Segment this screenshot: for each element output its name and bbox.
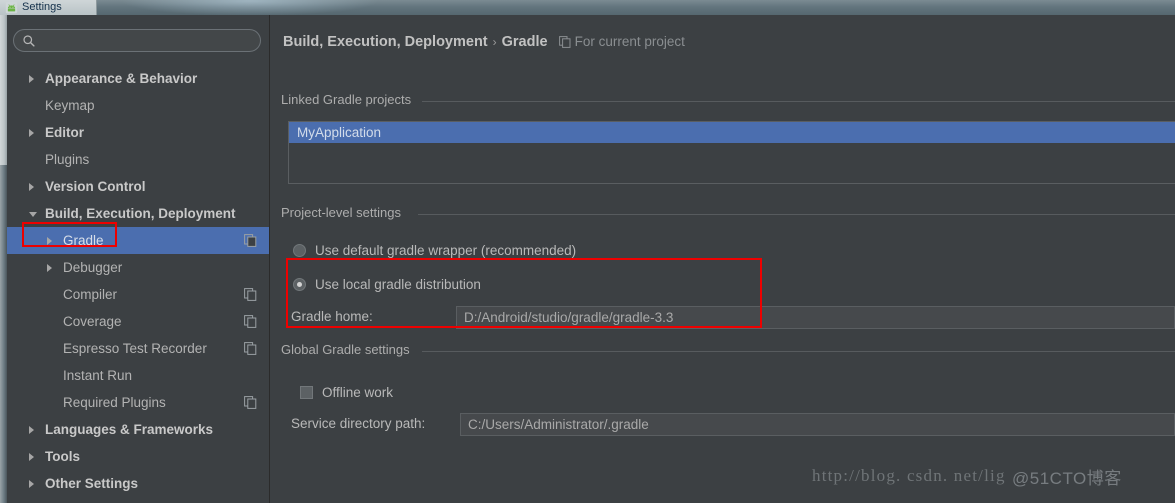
search-icon bbox=[23, 35, 35, 47]
section-divider bbox=[418, 214, 1175, 215]
sidebar-item-label: Other Settings bbox=[45, 476, 139, 491]
chevron-right-icon[interactable] bbox=[47, 237, 52, 245]
breadcrumb-crumb-2[interactable]: Gradle bbox=[502, 34, 548, 50]
sidebar-item-label: Editor bbox=[45, 125, 84, 140]
breadcrumb-crumb-1[interactable]: Build, Execution, Deployment bbox=[283, 34, 488, 50]
gradle-home-input[interactable]: D:/Android/studio/gradle/gradle-3.3 bbox=[456, 306, 1175, 329]
titlebar-glow bbox=[120, 0, 380, 15]
breadcrumb: Build, Execution, Deployment › Gradle For … bbox=[283, 32, 685, 52]
chevron-right-icon[interactable] bbox=[29, 75, 34, 83]
radio-icon[interactable] bbox=[293, 278, 306, 291]
watermark-url: http://blog. csdn. net/lig bbox=[812, 466, 1006, 485]
section-label: Global Gradle settings bbox=[281, 342, 417, 357]
watermark-overlay: @51CTO博客 bbox=[1012, 469, 1122, 488]
breadcrumb-scope: For current project bbox=[574, 34, 685, 49]
sidebar-item-label: Instant Run bbox=[63, 368, 133, 383]
sidebar-item-gradle[interactable]: Gradle bbox=[7, 227, 269, 254]
gradle-home-label: Gradle home: bbox=[291, 309, 373, 324]
service-directory-input[interactable]: C:/Users/Administrator/.gradle bbox=[460, 413, 1175, 436]
section-linked-gradle-projects: Linked Gradle projects bbox=[281, 92, 1175, 108]
sidebar-item-build-execution-deployment[interactable]: Build, Execution, Deployment bbox=[7, 200, 269, 227]
list-item[interactable]: MyApplication bbox=[289, 122, 1175, 143]
copy-icon bbox=[558, 36, 571, 48]
settings-dialog: Settings Appearance & Behavior Keymap Edit… bbox=[0, 0, 1175, 503]
sidebar-item-compiler[interactable]: Compiler bbox=[7, 281, 269, 308]
copy-icon[interactable] bbox=[244, 315, 257, 328]
radio-label: Use default gradle wrapper (recommended) bbox=[315, 243, 577, 258]
sidebar-item-label: Tools bbox=[45, 449, 80, 464]
service-directory-label: Service directory path: bbox=[291, 416, 426, 431]
sidebar-item-espresso-test-recorder[interactable]: Espresso Test Recorder bbox=[7, 335, 269, 362]
section-divider bbox=[422, 101, 1175, 102]
sidebar-item-appearance-behavior[interactable]: Appearance & Behavior bbox=[7, 65, 269, 92]
sidebar-item-instant-run[interactable]: Instant Run bbox=[7, 362, 269, 389]
copy-icon[interactable] bbox=[244, 396, 257, 409]
sidebar-item-label: Required Plugins bbox=[63, 395, 166, 410]
radio-icon[interactable] bbox=[293, 244, 306, 257]
copy-icon[interactable] bbox=[244, 234, 257, 247]
section-label: Project-level settings bbox=[281, 205, 408, 220]
settings-sidebar: Appearance & Behavior Keymap Editor Plugins… bbox=[7, 15, 270, 503]
search-input[interactable] bbox=[41, 30, 257, 53]
sidebar-item-editor[interactable]: Editor bbox=[7, 119, 269, 146]
sidebar-item-required-plugins[interactable]: Required Plugins bbox=[7, 389, 269, 416]
search-box[interactable] bbox=[13, 29, 261, 53]
sidebar-item-other-settings[interactable]: Other Settings bbox=[7, 470, 269, 497]
sidebar-item-plugins[interactable]: Plugins bbox=[7, 146, 269, 173]
chevron-right-icon[interactable] bbox=[29, 129, 34, 137]
sidebar-item-languages-frameworks[interactable]: Languages & Frameworks bbox=[7, 416, 269, 443]
title-bar: Settings bbox=[0, 0, 1175, 15]
sidebar-item-label: Languages & Frameworks bbox=[45, 422, 214, 437]
chevron-right-icon[interactable] bbox=[29, 183, 34, 191]
sidebar-item-label: Appearance & Behavior bbox=[45, 71, 198, 86]
chevron-right-icon[interactable] bbox=[29, 453, 34, 461]
sidebar-item-label: Compiler bbox=[63, 287, 118, 302]
sidebar-item-label: Build, Execution, Deployment bbox=[45, 206, 236, 221]
sidebar-item-coverage[interactable]: Coverage bbox=[7, 308, 269, 335]
section-divider bbox=[422, 351, 1175, 352]
sidebar-item-label: Espresso Test Recorder bbox=[63, 341, 207, 356]
settings-main-panel: Build, Execution, Deployment › Gradle For … bbox=[270, 15, 1175, 503]
section-global-gradle-settings: Global Gradle settings bbox=[281, 342, 1175, 358]
checkbox-label: Offline work bbox=[322, 385, 394, 400]
checkbox-icon[interactable] bbox=[300, 386, 313, 399]
copy-icon[interactable] bbox=[244, 288, 257, 301]
copy-icon[interactable] bbox=[244, 342, 257, 355]
chevron-right-icon[interactable] bbox=[29, 480, 34, 488]
breadcrumb-separator: › bbox=[492, 35, 497, 49]
sidebar-item-label: Gradle bbox=[63, 233, 104, 248]
linked-projects-list[interactable]: MyApplication bbox=[288, 121, 1175, 184]
window-left-edge-scroll[interactable] bbox=[0, 15, 7, 165]
radio-label: Use local gradle distribution bbox=[315, 277, 481, 292]
sidebar-item-label: Debugger bbox=[63, 260, 123, 275]
chevron-right-icon[interactable] bbox=[29, 426, 34, 434]
sidebar-item-label: Coverage bbox=[63, 314, 122, 329]
window-title: Settings bbox=[22, 1, 62, 13]
sidebar-item-tools[interactable]: Tools bbox=[7, 443, 269, 470]
chevron-down-icon[interactable] bbox=[29, 212, 37, 221]
android-studio-icon bbox=[5, 1, 18, 14]
sidebar-item-label: Keymap bbox=[45, 98, 95, 113]
sidebar-item-label: Version Control bbox=[45, 179, 146, 194]
sidebar-item-label: Plugins bbox=[45, 152, 90, 167]
sidebar-item-debugger[interactable]: Debugger bbox=[7, 254, 269, 281]
sidebar-item-version-control[interactable]: Version Control bbox=[7, 173, 269, 200]
section-project-level-settings: Project-level settings bbox=[281, 205, 1175, 221]
settings-tree: Appearance & Behavior Keymap Editor Plugins… bbox=[7, 65, 269, 497]
chevron-right-icon[interactable] bbox=[47, 264, 52, 272]
section-label: Linked Gradle projects bbox=[281, 92, 419, 107]
sidebar-item-keymap[interactable]: Keymap bbox=[7, 92, 269, 119]
